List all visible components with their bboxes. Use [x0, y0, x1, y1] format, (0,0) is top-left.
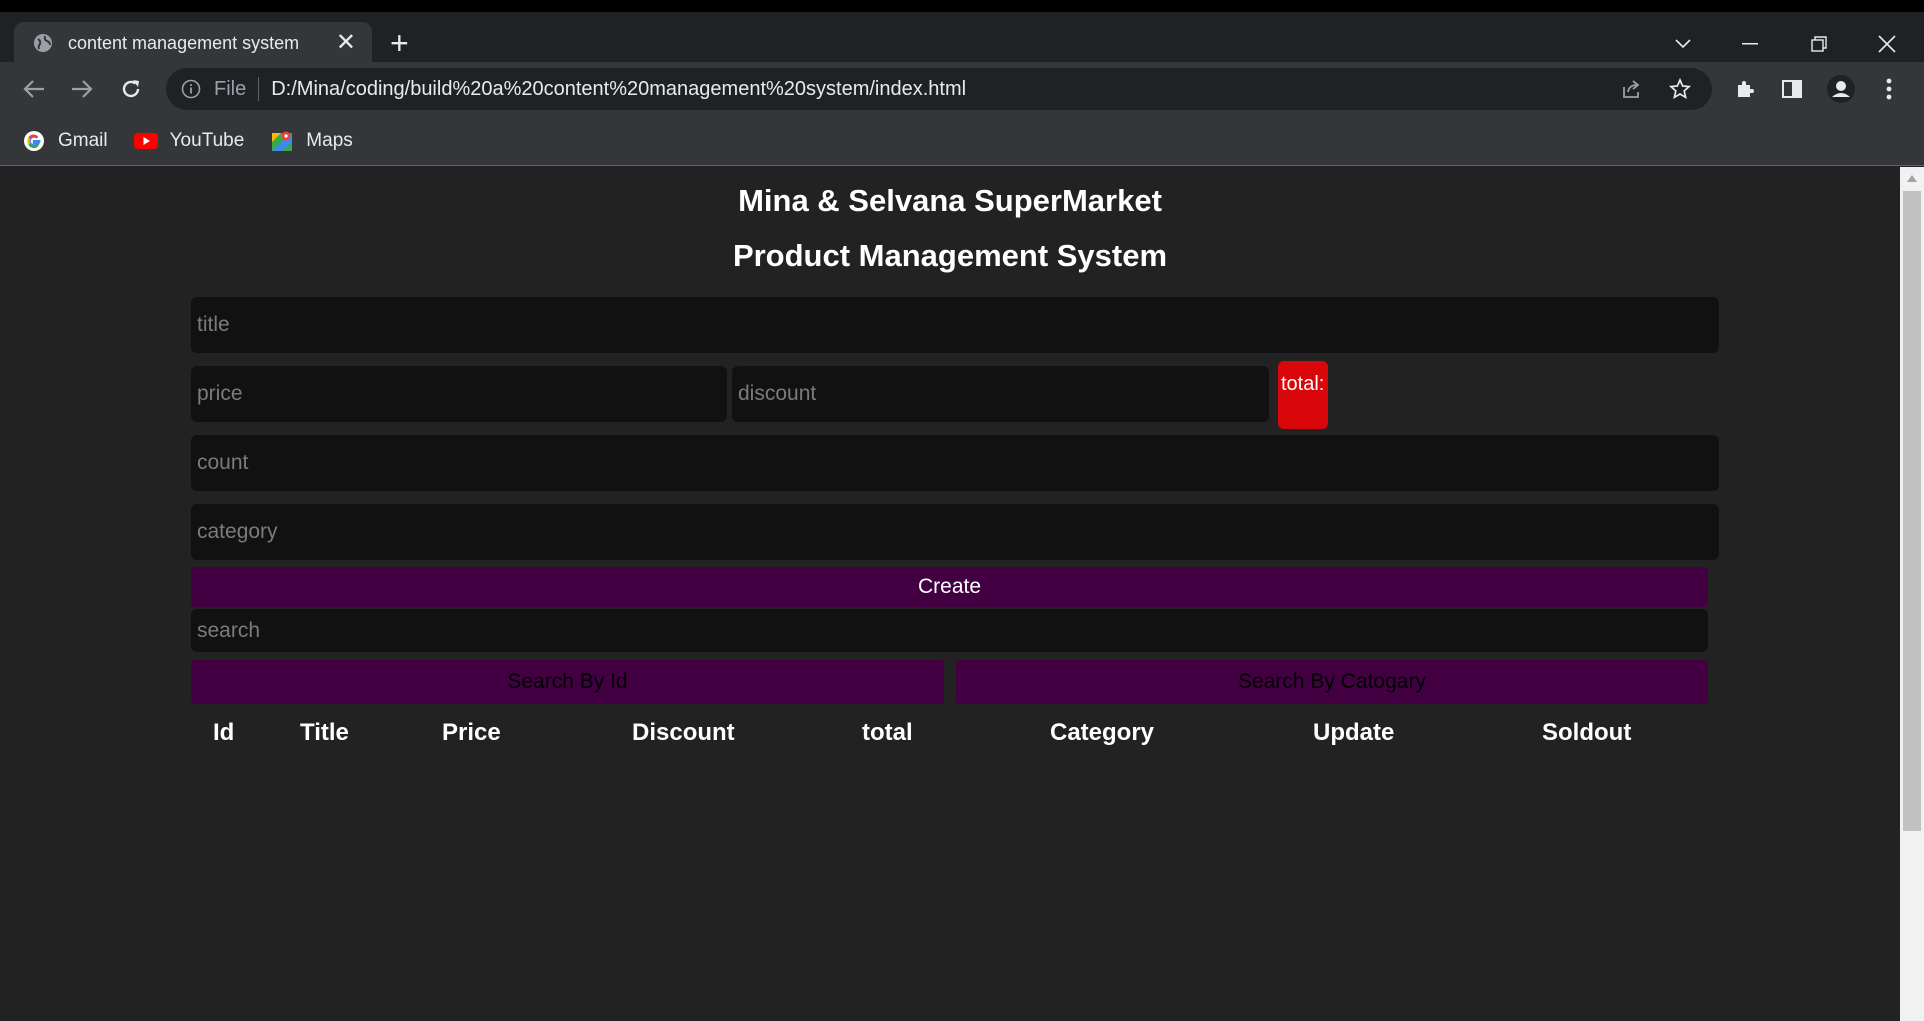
search-input[interactable]	[191, 609, 1708, 652]
new-tab-icon[interactable]: +	[390, 27, 409, 59]
column-header-category: Category	[1050, 719, 1155, 746]
bookmark-label: Maps	[306, 129, 353, 151]
bookmark-label: YouTube	[169, 129, 245, 151]
menu-kebab-icon[interactable]	[1873, 73, 1905, 105]
address-scheme: File	[214, 77, 247, 100]
page-viewport: Mina & Selvana SuperMarket Product Manag…	[0, 167, 1900, 1021]
discount-input[interactable]	[732, 366, 1269, 422]
scroll-up-arrow-icon[interactable]	[1907, 175, 1917, 182]
browser-toolbar: File D:/Mina/coding/build%20a%20content%…	[0, 62, 1924, 116]
search-by-id-button[interactable]: Search By Id	[191, 660, 944, 704]
bookmark-label: Gmail	[58, 129, 108, 151]
search-by-category-button[interactable]: Search By Catogary	[956, 660, 1708, 704]
create-button[interactable]: Create	[191, 567, 1708, 607]
column-header-update: Update	[1313, 719, 1395, 746]
close-window-icon[interactable]	[1872, 24, 1902, 64]
system-title-heading: Product Management System	[732, 238, 1168, 273]
site-info-icon[interactable]	[180, 78, 202, 100]
scrollbar-thumb[interactable]	[1903, 191, 1921, 831]
active-tab[interactable]: content management system ✕	[14, 22, 372, 64]
column-header-discount: Discount	[632, 719, 735, 746]
extensions-icon[interactable]	[1729, 73, 1761, 105]
column-header-price: Price	[442, 719, 501, 746]
bookmark-youtube[interactable]: YouTube	[133, 129, 245, 153]
minimize-icon[interactable]	[1735, 24, 1765, 64]
tab-search-icon[interactable]	[1668, 24, 1698, 64]
address-separator	[258, 77, 260, 101]
store-name-heading: Mina & Selvana SuperMarket	[738, 183, 1162, 218]
tab-strip: content management system ✕ +	[0, 0, 1924, 64]
column-header-soldout: Soldout	[1542, 719, 1632, 746]
bookmark-star-icon[interactable]	[1664, 73, 1696, 105]
count-input[interactable]	[191, 435, 1719, 491]
column-header-id: Id	[213, 719, 235, 746]
bookmark-maps[interactable]: Maps	[270, 129, 353, 153]
title-input[interactable]	[191, 297, 1719, 353]
side-panel-icon[interactable]	[1776, 73, 1808, 105]
globe-icon	[32, 32, 54, 54]
reload-icon[interactable]	[113, 71, 149, 107]
price-input[interactable]	[191, 366, 727, 422]
tab-close-icon[interactable]: ✕	[336, 31, 356, 55]
bookmark-gmail[interactable]: Gmail	[22, 129, 108, 153]
browser-window: content management system ✕ + File D:/Mi…	[0, 0, 1924, 1021]
restore-icon[interactable]	[1804, 24, 1834, 64]
share-icon[interactable]	[1616, 73, 1648, 105]
google-icon	[22, 129, 46, 153]
address-bar[interactable]: File D:/Mina/coding/build%20a%20content%…	[166, 68, 1712, 110]
tab-title: content management system	[68, 32, 300, 53]
forward-icon[interactable]	[64, 71, 100, 107]
bookmarks-bar: Gmail YouTube Maps	[0, 116, 1924, 166]
vertical-scrollbar[interactable]	[1900, 167, 1924, 1021]
youtube-icon	[133, 129, 158, 153]
profile-avatar-icon[interactable]	[1825, 73, 1857, 105]
column-header-total: total	[862, 719, 913, 746]
address-url[interactable]: D:/Mina/coding/build%20a%20content%20man…	[271, 78, 1616, 101]
back-icon[interactable]	[16, 71, 52, 107]
category-input[interactable]	[191, 504, 1719, 560]
column-header-title: Title	[300, 719, 349, 746]
total-display: total:	[1278, 361, 1328, 429]
maps-icon	[270, 129, 294, 153]
